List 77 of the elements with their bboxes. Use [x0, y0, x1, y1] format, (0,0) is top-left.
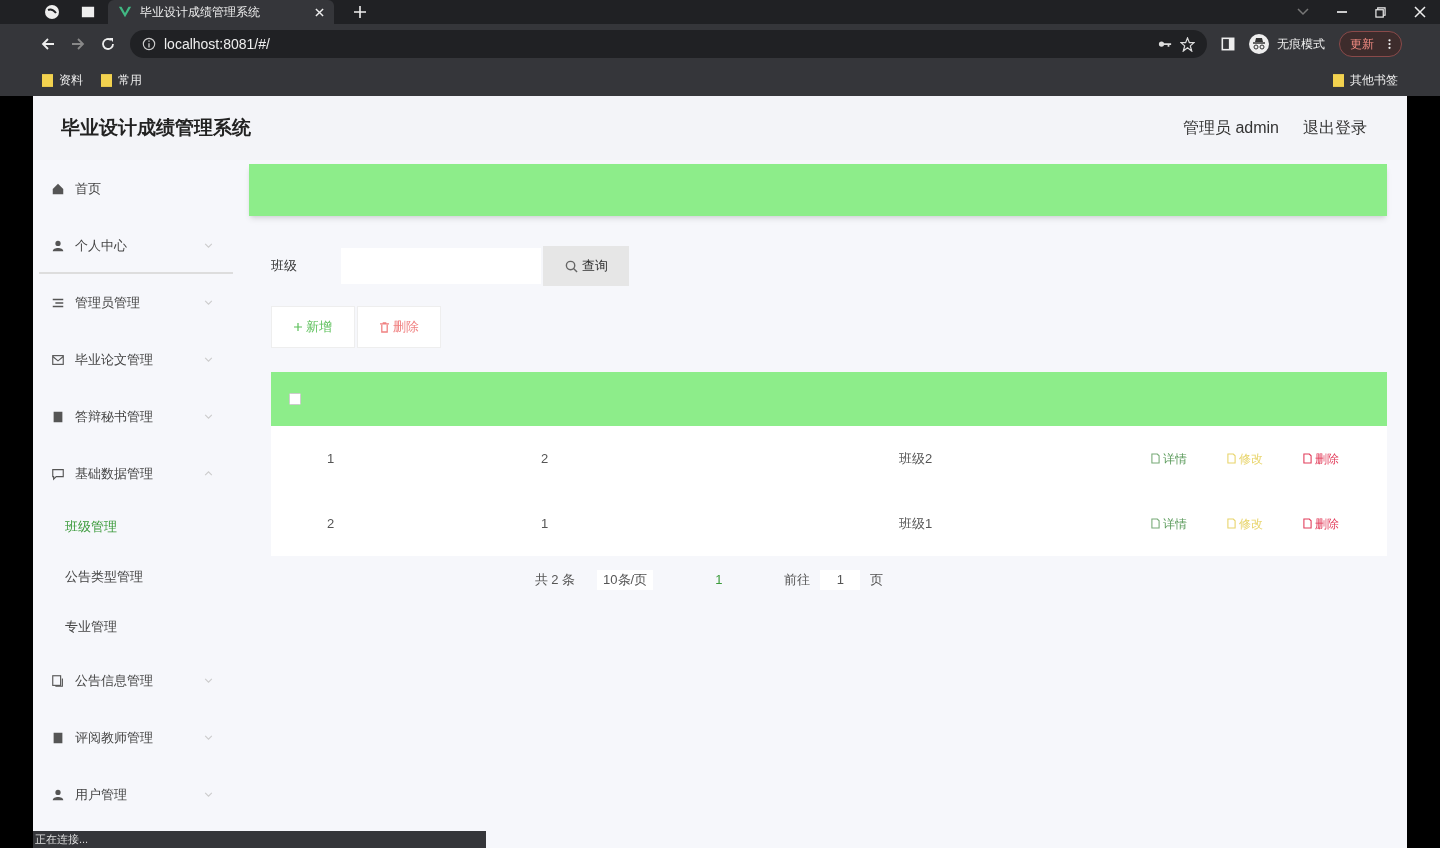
copy-icon: [51, 673, 65, 688]
folder-icon: [101, 73, 112, 87]
plus-icon: [294, 323, 302, 331]
close-icon[interactable]: [315, 7, 324, 17]
page-input[interactable]: 1: [820, 570, 861, 590]
sidebar-item[interactable]: 评阅教师管理: [39, 709, 233, 766]
sidebar-item[interactable]: 公告信息管理: [39, 652, 233, 709]
globe-icon[interactable]: [44, 4, 60, 20]
tab-title: 毕业设计成绩管理系统: [140, 4, 261, 21]
sidebar-item[interactable]: 基础数据管理: [39, 445, 233, 502]
page-size-select[interactable]: 10条/页: [597, 570, 654, 590]
sidebar-item[interactable]: 个人中心: [39, 217, 233, 274]
total-count: 共 2 条: [534, 571, 576, 589]
incognito-icon: [1249, 34, 1269, 54]
star-icon[interactable]: [1180, 36, 1195, 52]
table-cell-text: 班级2: [898, 449, 934, 468]
bookmark-folder[interactable]: 常用: [101, 71, 142, 89]
sidebar-item[interactable]: 首页: [39, 160, 233, 217]
sidebar-item[interactable]: 毕业论文管理: [39, 331, 233, 388]
restore-icon[interactable]: [1375, 6, 1386, 18]
table-cell-text: 1: [540, 514, 550, 533]
document-icon: [1303, 518, 1312, 529]
bookmark-folder[interactable]: 其他书签: [1333, 71, 1398, 89]
submenu-item[interactable]: 公告类型管理: [39, 552, 233, 602]
trash-icon: [379, 321, 389, 333]
book-icon: [51, 409, 65, 424]
folder-icon: [1333, 73, 1344, 87]
detail-button[interactable]: 详情: [1151, 514, 1187, 533]
table-cell-text: 2: [540, 449, 550, 468]
status-bubble: 正在连接...: [33, 831, 486, 848]
search-icon: [564, 259, 578, 273]
window-icon[interactable]: [80, 5, 96, 19]
home-icon: [51, 181, 65, 196]
page-unit-label: 页: [870, 571, 884, 589]
more-icon: [1388, 38, 1391, 50]
close-icon[interactable]: [1414, 6, 1426, 18]
search-button[interactable]: 查询: [543, 246, 629, 286]
search-label: 班级: [271, 257, 298, 276]
envelope-icon: [51, 352, 65, 367]
sidebar-item[interactable]: 管理员管理: [39, 274, 233, 331]
logout-link[interactable]: 退出登录: [1303, 116, 1367, 140]
forward-arrow-icon[interactable]: [70, 36, 86, 52]
incognito-indicator[interactable]: 无痕模式: [1249, 34, 1325, 54]
bookmark-folder[interactable]: 资料: [42, 71, 83, 89]
sidebar-item[interactable]: 答辩秘书管理: [39, 388, 233, 445]
folder-icon: [42, 73, 53, 87]
document-icon: [1303, 453, 1312, 464]
address-bar[interactable]: localhost:8081/#/: [130, 30, 1207, 58]
detail-button[interactable]: 详情: [1151, 449, 1187, 468]
back-arrow-icon[interactable]: [40, 36, 56, 52]
document-icon: [1151, 518, 1160, 529]
document-icon: [1151, 453, 1160, 464]
side-panel-icon[interactable]: [1221, 37, 1235, 51]
book-icon: [51, 730, 65, 745]
chevron-down-icon[interactable]: [1297, 8, 1309, 16]
person-icon: [51, 238, 65, 253]
submenu-item[interactable]: 专业管理: [39, 602, 233, 652]
table-cell-text: 2: [326, 514, 336, 533]
browser-tab[interactable]: 毕业设计成绩管理系统: [108, 0, 334, 24]
info-icon: [142, 37, 156, 51]
delete-button[interactable]: 删除: [1303, 514, 1339, 533]
table-cell-text: 1: [326, 449, 336, 468]
delete-button[interactable]: 删除: [1303, 449, 1339, 468]
goto-label: 前往: [784, 571, 811, 589]
plus-icon[interactable]: [354, 6, 366, 18]
user-label: 管理员 admin: [1182, 118, 1279, 138]
v-logo-icon: [118, 5, 132, 19]
table-cell-text: 班级1: [898, 514, 934, 533]
reload-icon[interactable]: [100, 36, 116, 52]
checkbox[interactable]: [289, 393, 301, 405]
url-text: localhost:8081/#/: [164, 34, 271, 54]
person-icon: [51, 787, 65, 802]
submenu-item[interactable]: 班级管理: [39, 502, 233, 552]
sidebar-item[interactable]: 用户管理: [39, 766, 233, 823]
app-title: 毕业设计成绩管理系统: [61, 115, 251, 140]
speech-bubble-icon: [51, 466, 65, 481]
update-button[interactable]: 更新: [1339, 31, 1402, 57]
